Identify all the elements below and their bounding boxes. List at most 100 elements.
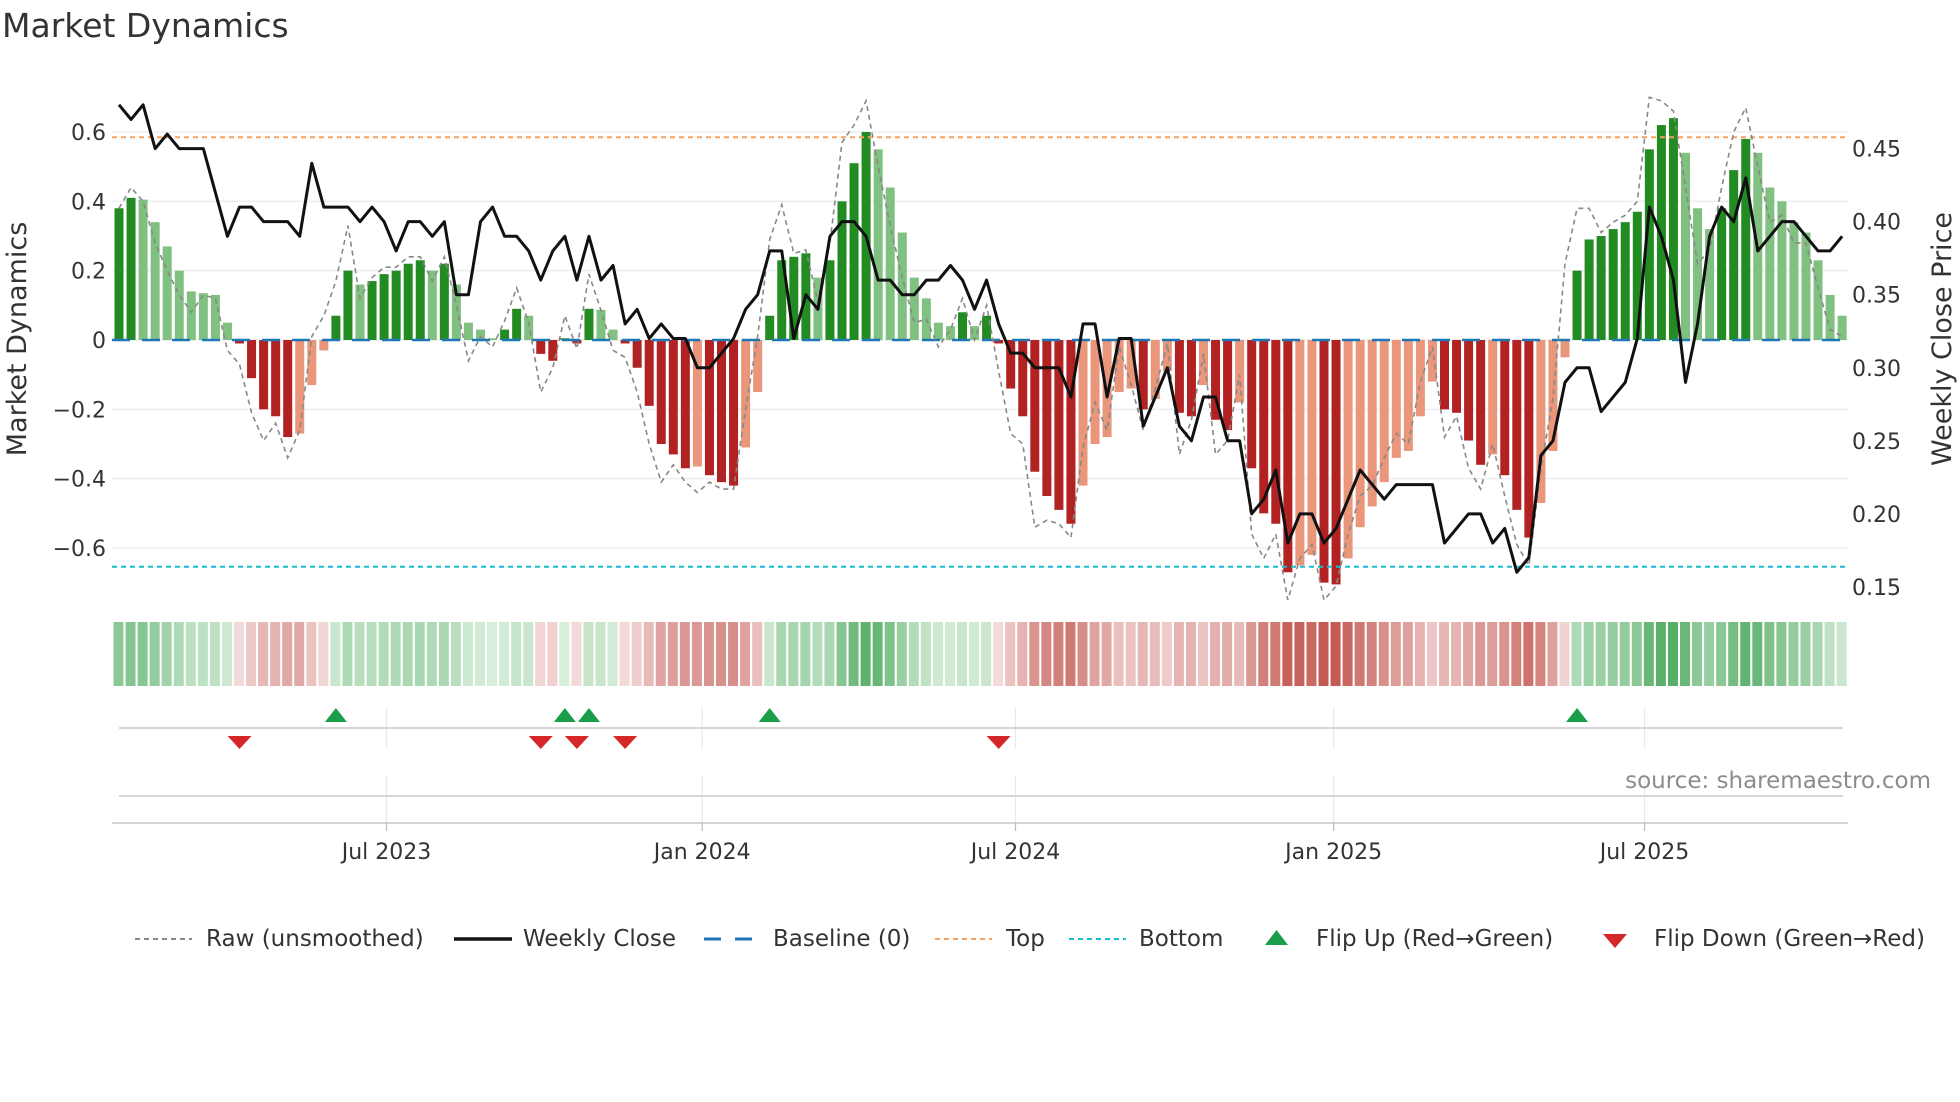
heatmap-cell [209, 622, 220, 686]
heatmap-cell [655, 622, 666, 686]
heatmap-cell [1716, 622, 1727, 686]
heatmap-cell [969, 622, 980, 686]
y-tick-label: 0.6 [71, 121, 106, 146]
heatmap-cell [1390, 622, 1401, 686]
heatmap-cell [1680, 622, 1690, 686]
heatmap-cell [1692, 622, 1703, 686]
heatmap-cell [896, 622, 907, 686]
heatmap-cell [113, 622, 124, 686]
dynamics-bar [1452, 340, 1462, 413]
heatmap-cell [1137, 622, 1148, 686]
dynamics-bar [958, 312, 967, 340]
heatmap-cell [294, 622, 305, 686]
heatmap-cell [1523, 622, 1534, 686]
x-tick-label: Jul 2025 [1598, 840, 1690, 865]
dynamics-bar [596, 309, 606, 340]
legend-label-raw: Raw (unsmoothed) [206, 926, 424, 952]
dynamics-bar [1223, 340, 1233, 431]
dynamics-bar [632, 340, 642, 368]
y-right-tick-label: 0.15 [1852, 576, 1901, 601]
heatmap-cell [185, 622, 196, 686]
dynamics-bar [1500, 340, 1510, 476]
heatmap-cell [306, 622, 317, 686]
dynamics-bar [1090, 340, 1100, 444]
dynamics-bar [753, 340, 763, 392]
y-tick-label: 0.2 [71, 260, 106, 285]
heatmap-cell [402, 622, 413, 686]
heatmap-cell [583, 622, 594, 686]
dynamics-bar [1403, 340, 1413, 451]
dynamics-bar [1596, 236, 1606, 340]
y-tick-label: −0.2 [53, 398, 106, 423]
y-right-tick-label: 0.25 [1852, 430, 1901, 455]
heatmap-cell [884, 622, 895, 686]
dynamics-bar [1813, 260, 1823, 340]
heatmap-cell [1149, 622, 1160, 686]
dynamics-bar [1030, 340, 1040, 472]
heatmap-cell [1704, 622, 1715, 686]
heatmap-cell [1017, 622, 1028, 686]
heatmap-cell [957, 622, 967, 686]
dynamics-bar [259, 340, 269, 410]
heatmap-cell [1800, 622, 1811, 686]
heatmap-cell [1619, 622, 1630, 686]
heatmap-cell [366, 622, 377, 686]
flip-down-marker [986, 736, 1011, 749]
heatmap-cell [1005, 622, 1016, 686]
heatmap-cell [1812, 622, 1823, 686]
dynamics-bar [271, 340, 281, 417]
heatmap-cell [1535, 622, 1546, 686]
heatmap-cell [571, 622, 582, 686]
heatmap-cell [330, 622, 341, 686]
dynamics-bar [1801, 232, 1811, 340]
dynamics-bar [1018, 340, 1028, 417]
raw-series [118, 96, 1843, 602]
dynamics-bar [1319, 340, 1329, 583]
heatmap-cell [691, 622, 702, 686]
dynamics-bar [1632, 211, 1642, 340]
heatmap-cell [1354, 622, 1365, 686]
dynamics-bar [982, 315, 992, 340]
dynamics-bar [1825, 294, 1835, 340]
heatmap-cell [1559, 622, 1570, 686]
heatmap-cell [414, 622, 425, 686]
heatmap-cell [619, 622, 630, 686]
heatmap-cell [1342, 622, 1353, 686]
heatmap-cell [1258, 622, 1269, 686]
dynamics-bar [1247, 340, 1257, 469]
y-right-tick-label: 0.20 [1852, 503, 1901, 528]
heatmap-cell [1475, 622, 1486, 686]
source-watermark: source: sharemaestro.com [1625, 768, 1931, 794]
y-tick-label: −0.6 [53, 537, 106, 562]
dynamics-bar [656, 340, 666, 444]
dynamics-bar [1078, 340, 1088, 486]
heatmap-cell [872, 622, 883, 686]
heatmap-cell [1402, 622, 1413, 686]
heatmap-cell [475, 622, 485, 686]
heatmap-cell [161, 622, 172, 686]
dynamics-bar [1620, 222, 1630, 340]
left-axis-ticks: −0.6 −0.4 −0.2 0 0.2 0.4 0.6 [53, 121, 106, 562]
flip-down-marker [613, 736, 638, 749]
heatmap-cell [1836, 622, 1847, 686]
heatmap-cell [125, 622, 136, 686]
heatmap-cell [1210, 622, 1221, 686]
dynamics-heatmap-strip [113, 622, 1847, 686]
heatmap-cell [1547, 622, 1558, 686]
dynamics-bar [343, 270, 353, 340]
dynamics-bar [138, 199, 148, 340]
dynamics-bar [319, 340, 329, 351]
dynamics-bars [114, 118, 1847, 585]
heatmap-cell [1824, 622, 1835, 686]
heatmap-cell [547, 622, 558, 686]
heatmap-cell [1426, 622, 1437, 686]
dynamics-bar [1572, 270, 1582, 340]
right-axis-label: Weekly Close Price [1927, 212, 1958, 466]
raw-line [118, 96, 1843, 602]
dynamics-bar [765, 315, 775, 340]
heatmap-cell [944, 622, 955, 686]
dynamics-bar [1259, 340, 1269, 514]
heatmap-cell [1740, 622, 1751, 686]
heatmap-cell [1270, 622, 1281, 686]
heatmap-cell [390, 622, 401, 686]
